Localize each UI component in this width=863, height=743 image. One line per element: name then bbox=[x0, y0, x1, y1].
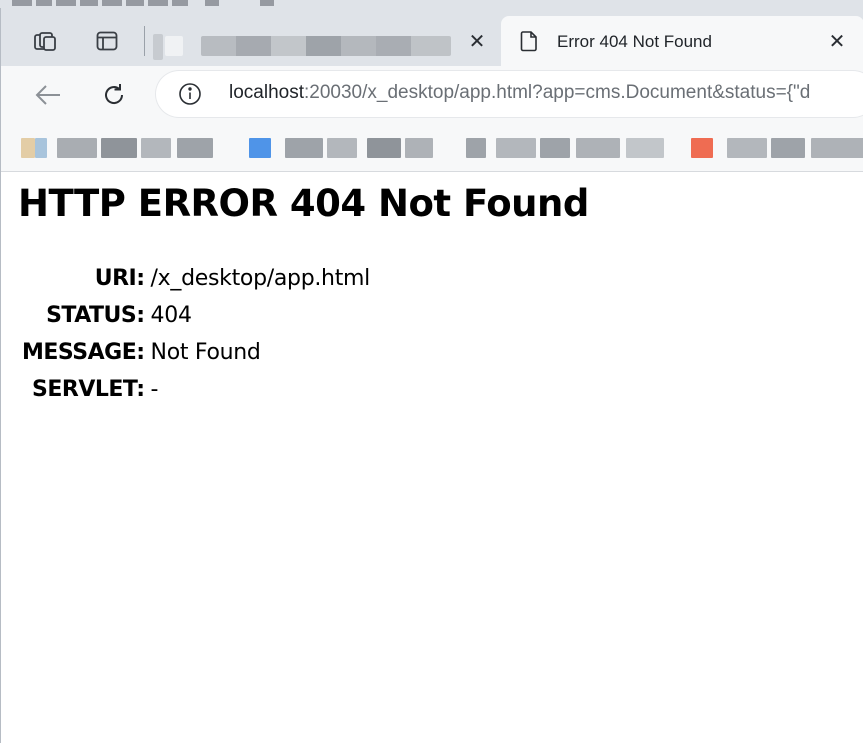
close-icon[interactable]: ✕ bbox=[826, 30, 848, 53]
bookmark-item[interactable] bbox=[691, 138, 863, 158]
status-label: STATUS: bbox=[46, 303, 145, 328]
close-icon[interactable]: ✕ bbox=[466, 30, 488, 53]
page-icon bbox=[519, 30, 539, 57]
navigation-toolbar: localhost:20030/x_desktop/app.html?app=c… bbox=[1, 66, 863, 124]
tab-title: Error 404 Not Found bbox=[557, 32, 712, 51]
tab-bar: ✕ Error 404 Not Found ✕ bbox=[1, 8, 863, 66]
refresh-button[interactable] bbox=[93, 74, 135, 116]
table-row: SERVLET: - bbox=[18, 371, 370, 408]
info-icon[interactable] bbox=[178, 82, 202, 106]
bookmarks-bar bbox=[1, 124, 863, 172]
page-title: HTTP ERROR 404 Not Found bbox=[18, 182, 589, 225]
table-row: MESSAGE: Not Found bbox=[18, 334, 370, 371]
tab-active[interactable]: Error 404 Not Found ✕ bbox=[501, 16, 863, 66]
table-row: STATUS: 404 bbox=[18, 297, 370, 334]
tab-actions-icon[interactable] bbox=[87, 21, 127, 61]
uri-label: URI: bbox=[94, 266, 145, 291]
error-details-table: URI: /x_desktop/app.html STATUS: 404 MES… bbox=[18, 260, 370, 408]
servlet-value: - bbox=[150, 377, 159, 402]
tab-separator bbox=[144, 26, 145, 56]
bookmark-item[interactable] bbox=[21, 138, 216, 158]
message-value: Not Found bbox=[150, 340, 261, 365]
url-text: localhost:20030/x_desktop/app.html?app=c… bbox=[229, 82, 810, 104]
blurred-tab-title bbox=[201, 36, 451, 56]
window-top-strip bbox=[0, 0, 863, 8]
workspaces-icon[interactable] bbox=[25, 21, 65, 61]
table-row: URI: /x_desktop/app.html bbox=[18, 260, 371, 297]
bookmark-item[interactable] bbox=[249, 138, 434, 158]
blurred-favicon-2 bbox=[165, 36, 183, 56]
bookmark-item[interactable] bbox=[466, 138, 666, 158]
tab-background[interactable]: ✕ bbox=[151, 16, 496, 66]
url-host: localhost bbox=[229, 82, 304, 103]
status-value: 404 bbox=[150, 303, 192, 328]
blurred-window-title bbox=[0, 0, 274, 8]
back-button[interactable] bbox=[27, 74, 69, 116]
url-path: :20030/x_desktop/app.html?app=cms.Docume… bbox=[304, 82, 811, 103]
servlet-label: SERVLET: bbox=[32, 377, 145, 402]
blurred-favicon bbox=[153, 34, 163, 60]
uri-value: /x_desktop/app.html bbox=[150, 266, 371, 291]
address-bar[interactable]: localhost:20030/x_desktop/app.html?app=c… bbox=[156, 71, 863, 117]
message-label: MESSAGE: bbox=[22, 340, 145, 365]
refresh-icon bbox=[105, 84, 124, 104]
back-arrow-icon bbox=[35, 85, 60, 105]
